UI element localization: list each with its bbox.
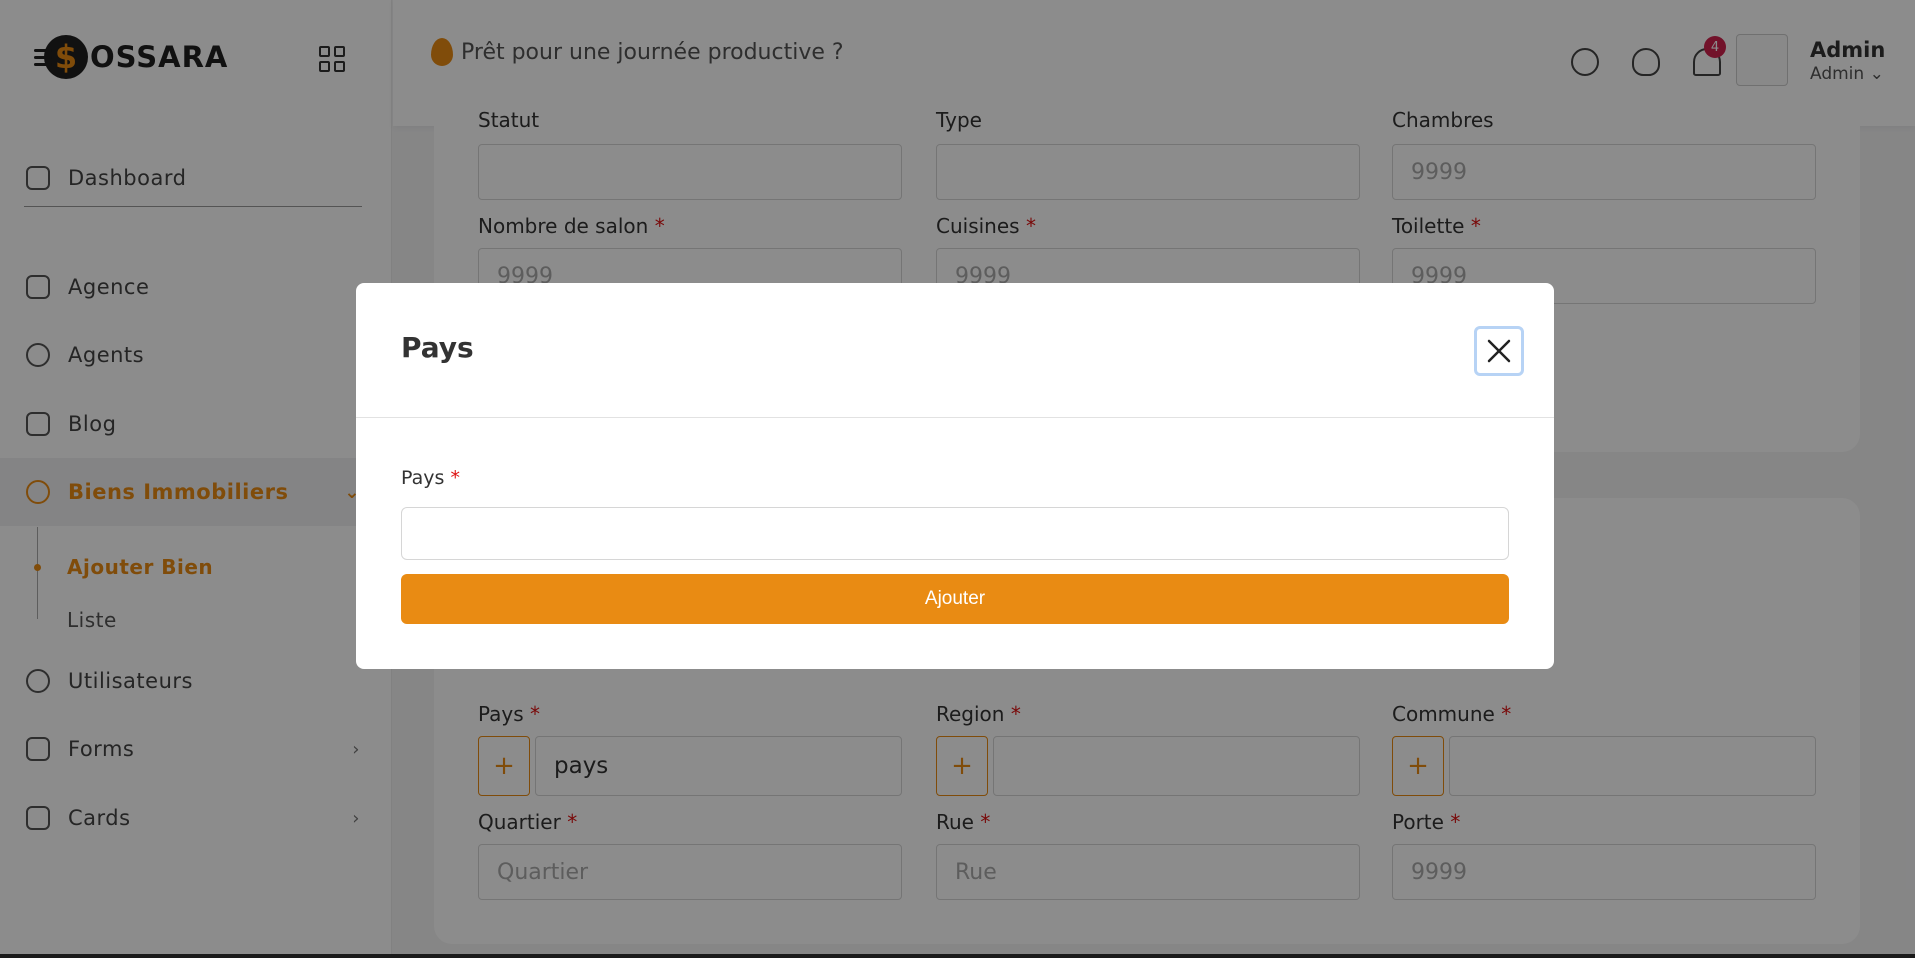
pays-modal: Pays Pays * Ajouter (356, 283, 1554, 669)
required-mark: * (450, 467, 460, 489)
pays-field-input[interactable] (401, 507, 1509, 560)
close-icon (1487, 339, 1511, 363)
pays-field-label: Pays * (401, 467, 460, 489)
close-button[interactable] (1474, 326, 1524, 376)
modal-divider (356, 417, 1554, 418)
pays-field-label-text: Pays (401, 467, 445, 489)
modal-title: Pays (401, 331, 474, 364)
bottom-edge (0, 954, 1915, 958)
ajouter-button[interactable]: Ajouter (401, 574, 1509, 624)
